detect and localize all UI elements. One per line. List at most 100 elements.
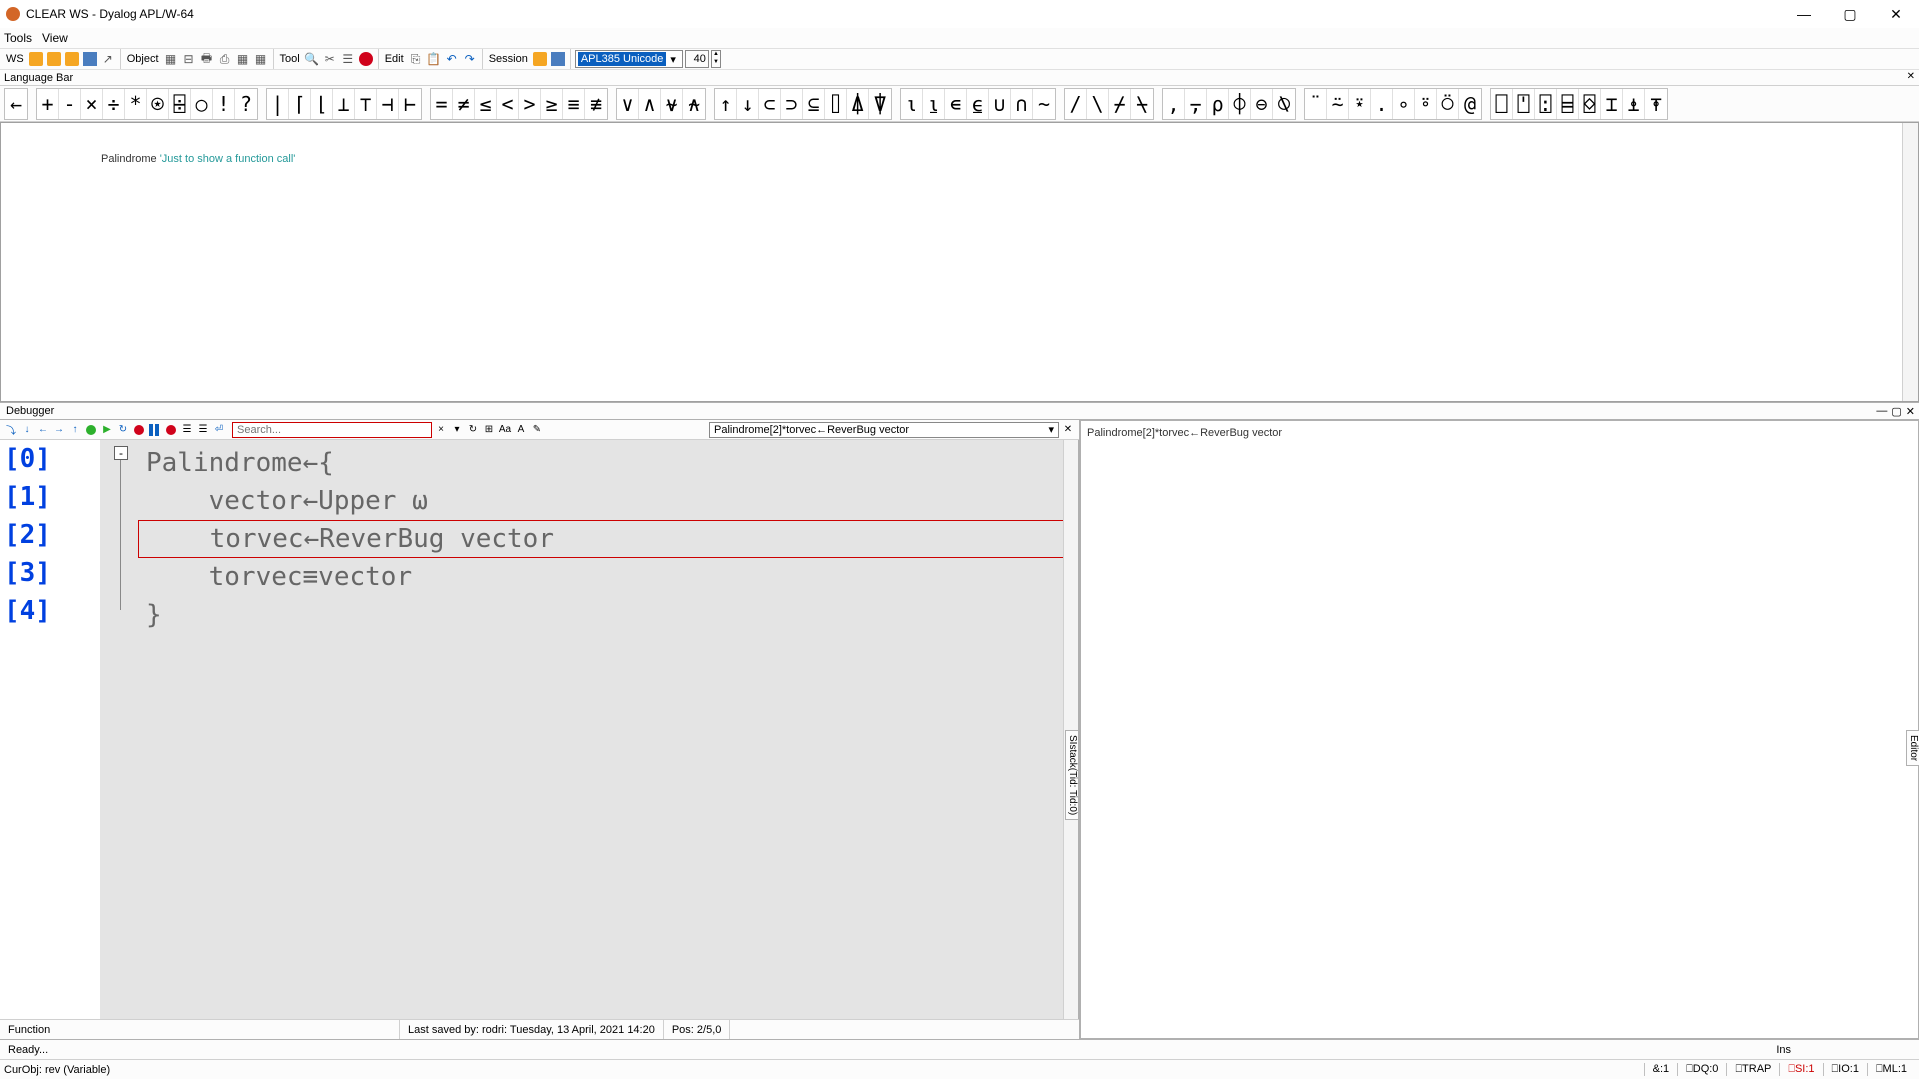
lang-domino[interactable]: ⌹ [169,89,191,119]
dbg-maximize[interactable]: ▢ [1891,405,1901,418]
lang-nmatch[interactable]: ≢ [585,89,607,119]
lang-at[interactable]: @ [1459,89,1481,119]
redo-icon[interactable]: ↷ [462,51,478,67]
session-scrollbar[interactable] [1902,123,1918,401]
lang-plus[interactable]: + [37,89,59,119]
dbg-tool3[interactable]: Aa [498,423,512,437]
dbg-tool1[interactable]: ↻ [466,423,480,437]
lang-star[interactable]: * [125,89,147,119]
ws-save-icon[interactable] [82,51,98,67]
lang-bslash[interactable]: \ [1087,89,1109,119]
lang-back[interactable]: ← [5,89,27,119]
lang-slbar[interactable]: ⌿ [1109,89,1131,119]
dbg-restart[interactable]: ↻ [116,423,130,437]
ws-export-icon[interactable]: ↗ [100,51,116,67]
lang-or[interactable]: ∨ [617,89,639,119]
lang-quad[interactable]: ⎕ [1491,89,1513,119]
lang-rho[interactable]: ⍴ [1207,89,1229,119]
lang-le[interactable]: ≤ [475,89,497,119]
ws-load-icon[interactable] [28,51,44,67]
font-selector[interactable]: APL385 Unicode ▾ [575,50,683,68]
lang-exec[interactable]: ⍎ [1623,89,1645,119]
lang-iotau[interactable]: ⍸ [923,89,945,119]
lang-ceil[interactable]: ⌈ [289,89,311,119]
breadcrumb-box[interactable]: Palindrome[2]*torvec←ReverBug vector ▾ [709,422,1059,438]
lang-comma[interactable]: , [1163,89,1185,119]
lang-cap[interactable]: ∩ [1011,89,1033,119]
lang-down[interactable]: ↓ [737,89,759,119]
obj-btn4[interactable]: ⎙ [217,51,233,67]
dbg-lines1[interactable]: ☰ [180,423,194,437]
lang-slash[interactable]: / [1065,89,1087,119]
session-btn2[interactable] [550,51,566,67]
dbg-step-back[interactable]: ← [36,423,50,437]
dbg-run[interactable]: ▶ [100,423,114,437]
lang-minus[interactable]: - [59,89,81,119]
minimize-button[interactable]: — [1781,0,1827,28]
lang-cbar[interactable]: ⍪ [1185,89,1207,119]
lang-gup[interactable]: ⍋ [847,89,869,119]
dbg-step-fwd[interactable]: → [52,423,66,437]
dbg-step-over[interactable]: ⤵ [4,423,18,437]
search-drop[interactable]: ▾ [450,423,464,437]
obj-btn5[interactable]: ▦ [235,51,251,67]
lang-qquad[interactable]: ⍞ [1513,89,1535,119]
lang-dot[interactable]: . [1371,89,1393,119]
lang-eps[interactable]: ∊ [945,89,967,119]
lang-ge[interactable]: ≥ [541,89,563,119]
lang-ibeam[interactable]: ⌶ [1601,89,1623,119]
dbg-tool5[interactable]: ✎ [530,423,544,437]
lang-trans[interactable]: ⍉ [1273,89,1295,119]
sistack-tab[interactable]: SIstack(Tid: Tid:0) [1065,730,1079,820]
lang-pipe[interactable]: | [267,89,289,119]
lang-iota[interactable]: ⍳ [901,89,923,119]
fold-toggle[interactable]: - [114,446,128,460]
dbg-lines2[interactable]: ☰ [196,423,210,437]
list-icon[interactable]: ☰ [340,51,356,67]
lang-epsu[interactable]: ⍷ [967,89,989,119]
lang-times[interactable]: × [81,89,103,119]
lang-match[interactable]: ≡ [563,89,585,119]
lang-eq[interactable]: = [431,89,453,119]
lang-bang[interactable]: ! [213,89,235,119]
code-content[interactable]: - Palindrome←{ vector←Upper ⍵ torvec←Rev… [100,440,1079,1019]
search-icon[interactable]: 🔍 [304,51,320,67]
lang-lt[interactable]: < [497,89,519,119]
language-bar-close[interactable]: ✕ [1907,71,1915,82]
lang-pow[interactable]: ⍣ [1349,89,1371,119]
dbg-break[interactable] [164,423,178,437]
copy-icon[interactable]: ⎘ [408,51,424,67]
dbg-close-x[interactable]: ✕ [1061,423,1075,437]
lang-lshu[interactable]: ⊆ [803,89,825,119]
obj-btn2[interactable]: ⊟ [181,51,197,67]
lang-floor[interactable]: ⌊ [311,89,333,119]
lang-lsh[interactable]: ⊂ [759,89,781,119]
lang-rot[interactable]: ⌽ [1229,89,1251,119]
lang-right[interactable]: ⊢ [399,89,421,119]
dbg-stop[interactable] [132,423,146,437]
lang-gdn[interactable]: ⍒ [869,89,891,119]
lang-gt[interactable]: > [519,89,541,119]
lang-tilde[interactable]: ~ [1033,89,1055,119]
maximize-button[interactable]: ▢ [1827,0,1873,28]
lang-cup[interactable]: ∪ [989,89,1011,119]
session-pane[interactable]: Palindrome 'Just to show a function call… [0,122,1919,402]
lang-left[interactable]: ⊣ [377,89,399,119]
paste-icon[interactable]: 📋 [426,51,442,67]
ws-open-icon[interactable] [64,51,80,67]
lang-downtack[interactable]: ⊤ [355,89,377,119]
lang-fmt[interactable]: ⍕ [1645,89,1667,119]
menu-tools[interactable]: Tools [4,31,32,45]
stop-icon[interactable] [358,51,374,67]
menu-view[interactable]: View [42,31,68,45]
lang-jotd[interactable]: ⍤ [1415,89,1437,119]
lang-qcol[interactable]: ⍠ [1535,89,1557,119]
lang-up[interactable]: ↑ [715,89,737,119]
dbg-return[interactable]: ⏎ [212,423,226,437]
obj-btn1[interactable]: ▦ [163,51,179,67]
lang-rot2[interactable]: ⊖ [1251,89,1273,119]
dbg-step-into[interactable]: ↓ [20,423,34,437]
editor-tab[interactable]: Editor [1906,730,1919,766]
search-input[interactable] [232,422,432,438]
font-size-spinner[interactable]: ▲▼ [711,50,721,68]
